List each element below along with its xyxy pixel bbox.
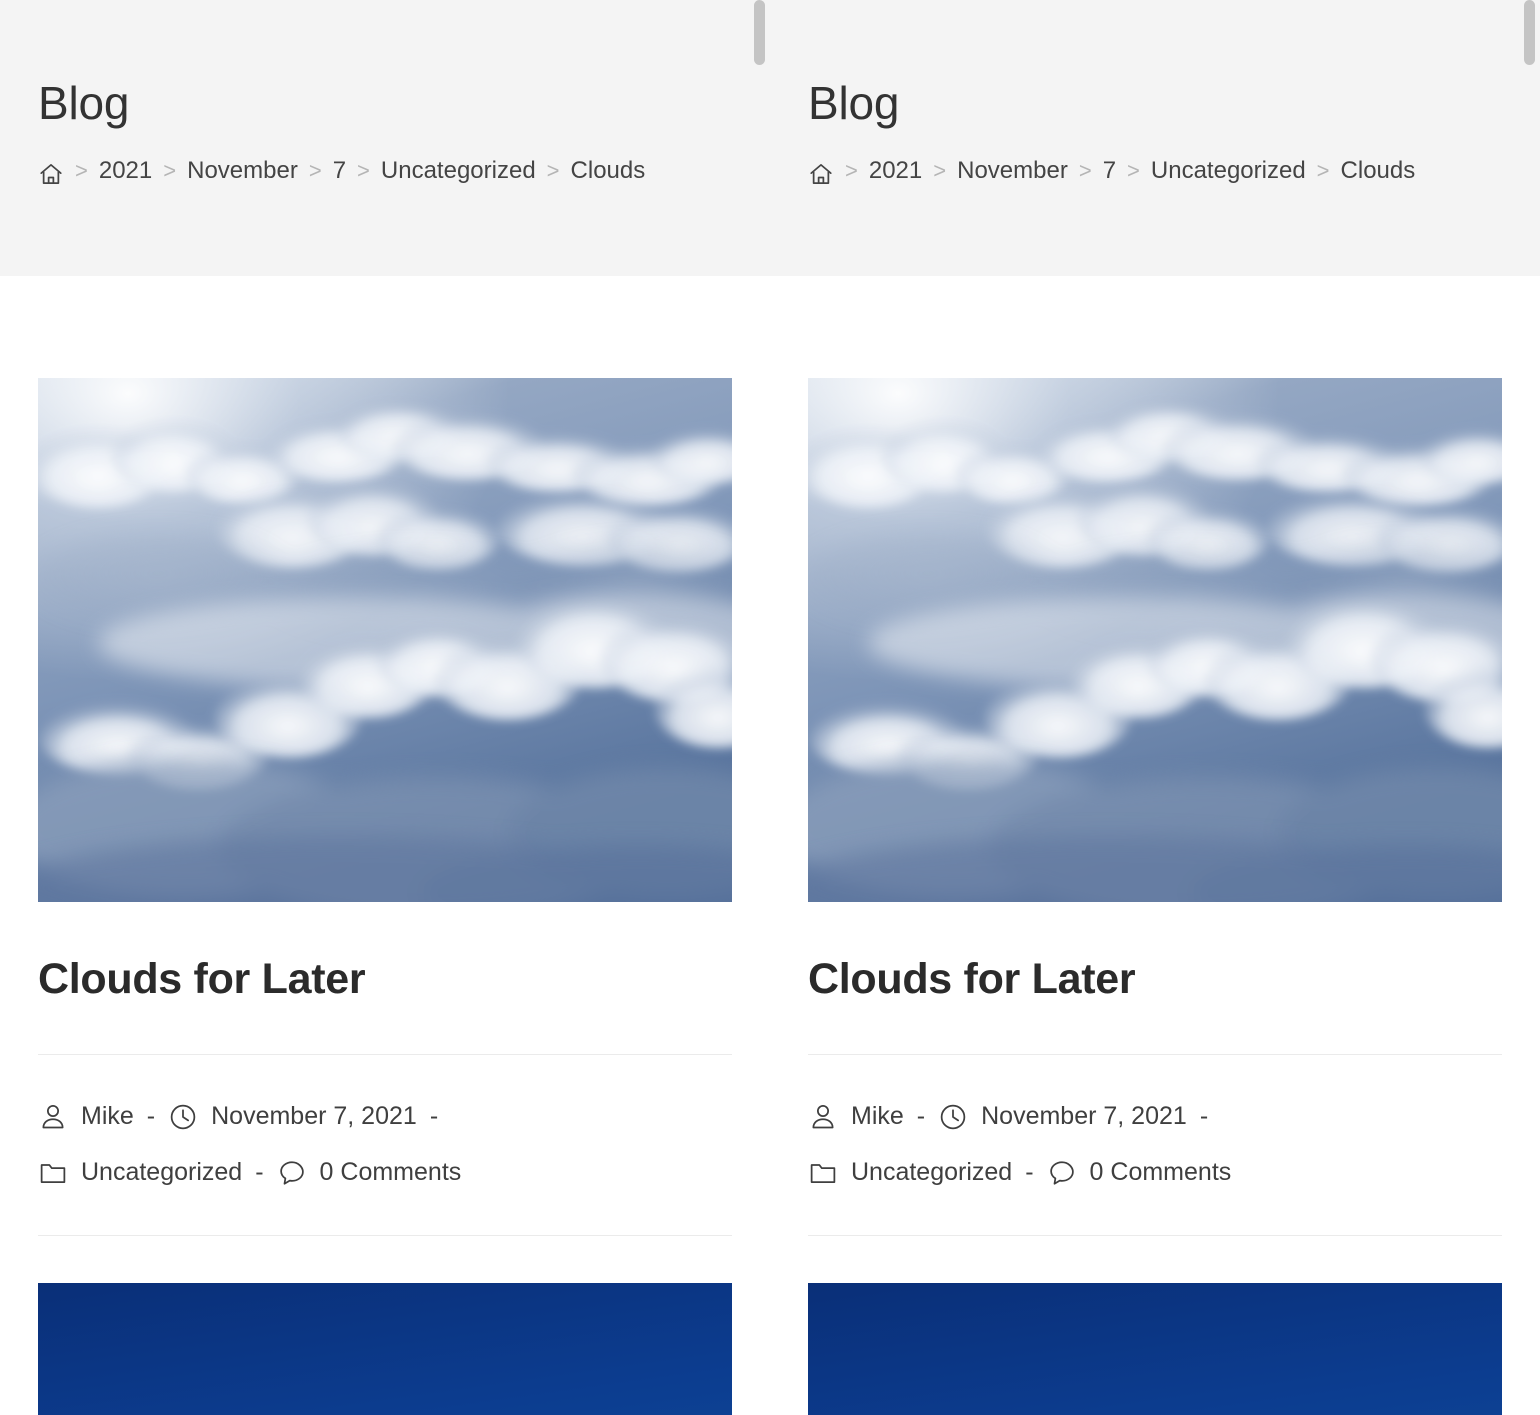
post-comments-count: 0 Comments <box>1089 1158 1232 1186</box>
scrollbar-thumb[interactable] <box>1524 0 1535 65</box>
comment-icon <box>277 1158 307 1188</box>
clock-icon <box>938 1102 968 1132</box>
meta-separator: - <box>255 1158 264 1186</box>
post-category[interactable]: Uncategorized <box>808 1144 1012 1200</box>
page-title: Blog <box>808 77 900 129</box>
breadcrumb-separator: > <box>1078 158 1092 183</box>
meta-separator: - <box>429 1102 439 1130</box>
featured-image-clouds[interactable] <box>808 378 1502 902</box>
post-comments[interactable]: 0 Comments <box>277 1144 462 1200</box>
page-title: Blog <box>38 77 130 129</box>
post-author[interactable]: Mike <box>808 1088 904 1144</box>
clock-icon <box>168 1102 198 1132</box>
post-meta-row-1: Mike - November 7, 2021 - <box>808 1088 1502 1144</box>
post-meta-row-1: Mike - November 7, 2021 - <box>38 1088 732 1144</box>
breadcrumb-item-year[interactable]: 2021 <box>99 153 152 189</box>
divider-above-meta <box>808 1054 1502 1055</box>
post-category-name: Uncategorized <box>851 1158 1013 1186</box>
meta-separator: - <box>1199 1102 1209 1130</box>
featured-image-blue-sky[interactable] <box>808 1283 1502 1415</box>
post-meta: Mike - November 7, 2021 - Uncategorized … <box>38 1088 732 1200</box>
post-meta-row-2: Uncategorized - 0 Comments <box>38 1144 732 1200</box>
breadcrumb-separator: > <box>933 158 947 183</box>
user-icon <box>808 1102 838 1132</box>
post-author[interactable]: Mike <box>38 1088 134 1144</box>
meta-separator: - <box>146 1102 156 1130</box>
meta-separator: - <box>1025 1158 1034 1186</box>
featured-image-clouds[interactable] <box>38 378 732 902</box>
blog-post-card: Clouds for Later Mike - November 7, 2021… <box>808 378 1502 1236</box>
folder-icon <box>38 1158 68 1188</box>
post-date-text: November 7, 2021 <box>981 1102 1187 1130</box>
post-date[interactable]: November 7, 2021 <box>938 1088 1187 1144</box>
breadcrumb-separator: > <box>163 158 177 183</box>
scrollbar-right-pane[interactable] <box>1524 0 1535 1415</box>
breadcrumb-item-post[interactable]: Clouds <box>1341 153 1416 189</box>
post-title[interactable]: Clouds for Later <box>38 953 366 1005</box>
home-icon[interactable] <box>38 161 64 187</box>
breadcrumb-item-day[interactable]: 7 <box>1103 153 1116 189</box>
breadcrumb-item-month[interactable]: November <box>187 153 298 189</box>
post-comments-count: 0 Comments <box>319 1158 462 1186</box>
breadcrumb-separator: > <box>1316 158 1330 183</box>
comment-icon <box>1047 1158 1077 1188</box>
post-meta: Mike - November 7, 2021 - Uncategorized … <box>808 1088 1502 1200</box>
scrollbar-left-pane[interactable] <box>754 0 765 1415</box>
pane-left: Blog > 2021 > November > 7 > Uncategoriz… <box>0 0 770 1415</box>
scrollbar-thumb[interactable] <box>754 0 765 65</box>
divider-above-meta <box>38 1054 732 1055</box>
breadcrumb: > 2021 > November > 7 > Uncategorized > … <box>808 153 1415 189</box>
post-comments[interactable]: 0 Comments <box>1047 1144 1232 1200</box>
breadcrumb-separator: > <box>1127 158 1140 183</box>
featured-image-blue-sky[interactable] <box>38 1283 732 1415</box>
meta-separator: - <box>916 1102 926 1130</box>
breadcrumb-item-day[interactable]: 7 <box>333 153 346 189</box>
breadcrumb-item-month[interactable]: November <box>957 153 1068 189</box>
home-icon[interactable] <box>808 161 834 187</box>
breadcrumb: > 2021 > November > 7 > Uncategorized > … <box>38 153 645 189</box>
breadcrumb-separator: > <box>308 158 322 183</box>
pane-right-content: Blog > 2021 > November > 7 > Uncategoriz… <box>770 0 1540 1415</box>
divider-below-meta <box>808 1235 1502 1236</box>
blog-post-card: Clouds for Later Mike - November 7, 2021… <box>38 378 732 1236</box>
breadcrumb-item-category[interactable]: Uncategorized <box>381 153 536 189</box>
post-category-name: Uncategorized <box>81 1158 243 1186</box>
post-author-name: Mike <box>851 1102 904 1130</box>
breadcrumb-item-year[interactable]: 2021 <box>869 153 922 189</box>
post-title[interactable]: Clouds for Later <box>808 953 1136 1005</box>
breadcrumb-separator: > <box>546 158 560 183</box>
breadcrumb-separator: > <box>75 158 88 183</box>
post-date[interactable]: November 7, 2021 <box>168 1088 417 1144</box>
browser-viewport: Blog > 2021 > November > 7 > Uncategoriz… <box>0 0 1540 1415</box>
pane-right: Blog > 2021 > November > 7 > Uncategoriz… <box>770 0 1540 1415</box>
post-date-text: November 7, 2021 <box>211 1102 417 1130</box>
user-icon <box>38 1102 68 1132</box>
breadcrumb-separator: > <box>357 158 370 183</box>
pane-left-content: Blog > 2021 > November > 7 > Uncategoriz… <box>0 0 770 1415</box>
folder-icon <box>808 1158 838 1188</box>
breadcrumb-separator: > <box>845 158 858 183</box>
breadcrumb-item-post[interactable]: Clouds <box>571 153 646 189</box>
post-author-name: Mike <box>81 1102 134 1130</box>
post-meta-row-2: Uncategorized - 0 Comments <box>808 1144 1502 1200</box>
divider-below-meta <box>38 1235 732 1236</box>
post-category[interactable]: Uncategorized <box>38 1144 242 1200</box>
breadcrumb-item-category[interactable]: Uncategorized <box>1151 153 1306 189</box>
